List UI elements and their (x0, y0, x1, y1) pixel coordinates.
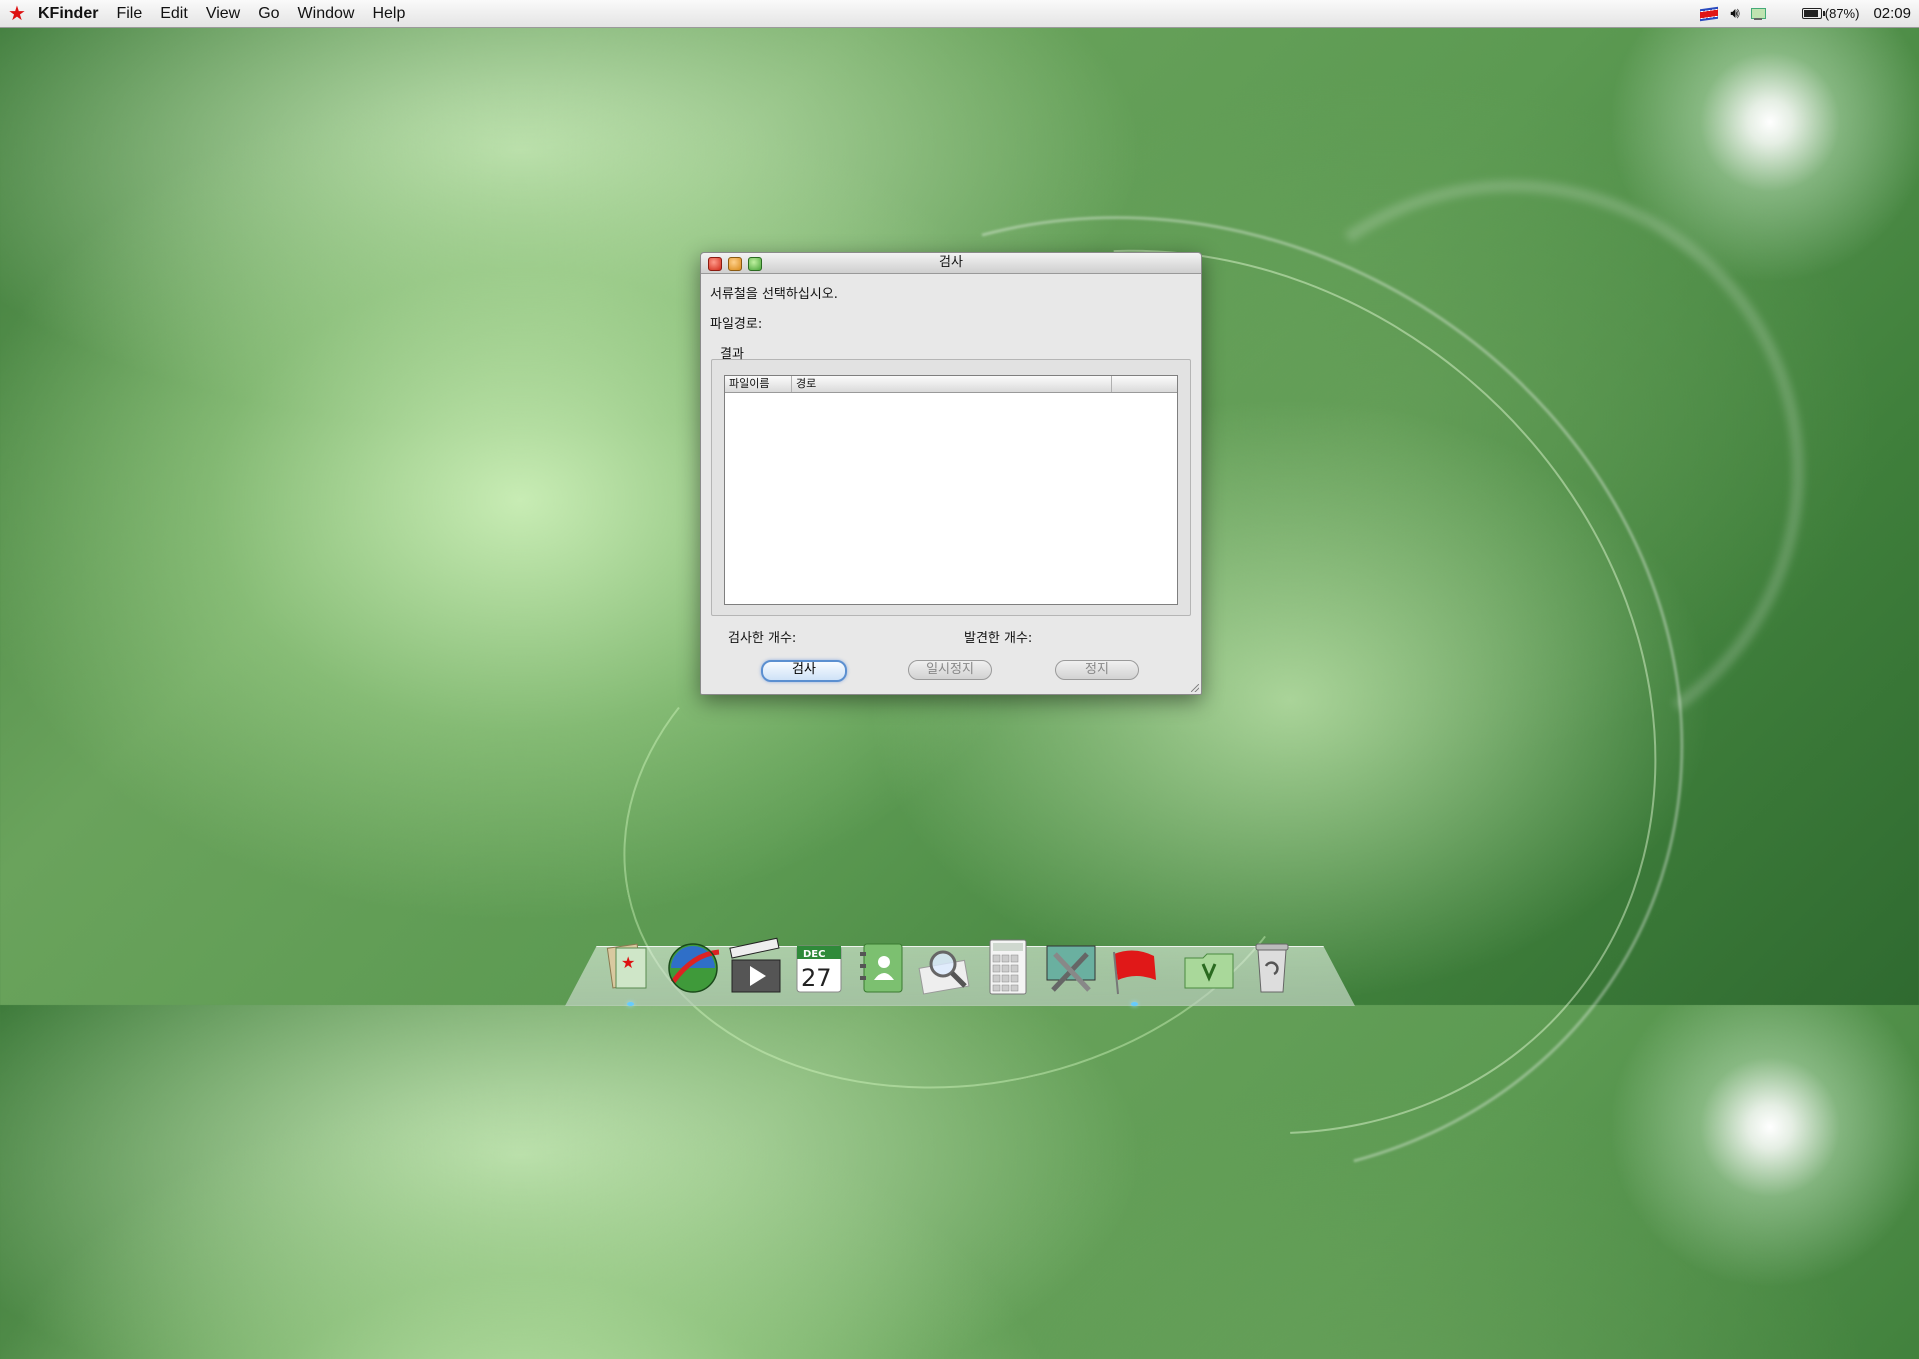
dock-item-calculator[interactable] (978, 934, 1038, 998)
red-flag-icon (1113, 950, 1156, 995)
dock-item-browser[interactable] (663, 934, 723, 998)
dock-item-search[interactable] (915, 934, 975, 998)
menu-go[interactable]: Go (258, 5, 279, 23)
title-bar[interactable]: 검사 (701, 253, 1201, 274)
system-preferences-icon (1046, 945, 1096, 992)
scan-dialog: 검사 서류철을 선택하십시오. 파일경로: 결과 파일이름 경로 검사한 개수:… (700, 252, 1202, 695)
browser-globe-icon (668, 943, 720, 993)
found-count-label: 발견한 개수: (964, 631, 1033, 646)
zoom-button[interactable] (748, 257, 762, 271)
app-name-menu[interactable]: KFinder (38, 5, 98, 23)
battery-status[interactable]: (87%) (1801, 6, 1860, 21)
dock: ★ DEC 27 (600, 918, 1305, 1006)
documents-folder-icon (1184, 953, 1234, 989)
movie-clapper-icon (729, 937, 781, 993)
calendar-day: 27 (801, 964, 832, 992)
menu-file[interactable]: File (116, 5, 142, 23)
search-magnifier-icon (918, 950, 970, 995)
svg-text:★: ★ (621, 953, 635, 972)
table-header: 파일이름 경로 (725, 376, 1177, 393)
kfinder-icon: ★ (606, 943, 647, 989)
menu-bar: ★ KFinder File Edit View Go Window Help … (0, 0, 1919, 28)
dock-item-movie-player[interactable] (726, 934, 786, 998)
calendar-month: DEC (803, 949, 825, 960)
menu-window[interactable]: Window (298, 5, 355, 23)
dock-item-kfinder[interactable]: ★ (600, 934, 660, 1006)
column-header-path[interactable]: 경로 (792, 376, 1112, 392)
address-book-icon (860, 943, 903, 993)
network-icon[interactable] (1750, 7, 1766, 21)
red-star-menu-icon[interactable]: ★ (2, 1, 32, 26)
dock-item-trash[interactable] (1242, 934, 1302, 998)
column-header-filename[interactable]: 파일이름 (725, 376, 792, 392)
battery-icon (1801, 8, 1825, 19)
results-group-title: 결과 (720, 347, 744, 362)
battery-percent: (87%) (1824, 6, 1860, 21)
dock-item-flag[interactable] (1104, 934, 1164, 1006)
window-title: 검사 (939, 255, 963, 270)
dock-item-documents[interactable] (1179, 934, 1239, 998)
menu-edit[interactable]: Edit (160, 5, 188, 23)
results-table[interactable]: 파일이름 경로 (724, 375, 1178, 605)
scan-button[interactable]: 검사 (761, 660, 847, 682)
calculator-icon (989, 939, 1027, 995)
scanned-count-label: 검사한 개수: (728, 631, 797, 646)
dock-item-calendar[interactable]: DEC 27 (789, 934, 849, 998)
dock-item-address-book[interactable] (852, 934, 912, 998)
status-area: 🔊︎ (87%) 02:09 (1700, 0, 1919, 27)
close-button[interactable] (708, 257, 722, 271)
volume-icon[interactable]: 🔊︎ (1730, 5, 1739, 22)
pause-button[interactable]: 일시정지 (908, 660, 992, 680)
calendar-icon: DEC 27 (796, 945, 842, 993)
menu-view[interactable]: View (206, 5, 240, 23)
clock[interactable]: 02:09 (1873, 5, 1911, 22)
dock-item-system-preferences[interactable] (1041, 934, 1101, 998)
wallpaper-swirl (482, 36, 1854, 1359)
file-path-label: 파일경로: (710, 317, 763, 332)
minimize-button[interactable] (728, 257, 742, 271)
trash-icon (1255, 943, 1289, 993)
running-indicator (627, 1002, 634, 1006)
stop-button[interactable]: 정지 (1055, 660, 1139, 680)
resize-grip[interactable] (1191, 684, 1199, 692)
select-folder-prompt: 서류철을 선택하십시오. (710, 287, 838, 302)
menu-help[interactable]: Help (372, 5, 405, 23)
input-source-flag-icon[interactable] (1700, 6, 1719, 21)
running-indicator (1131, 1002, 1138, 1006)
wallpaper-swirl (1173, 133, 1851, 811)
